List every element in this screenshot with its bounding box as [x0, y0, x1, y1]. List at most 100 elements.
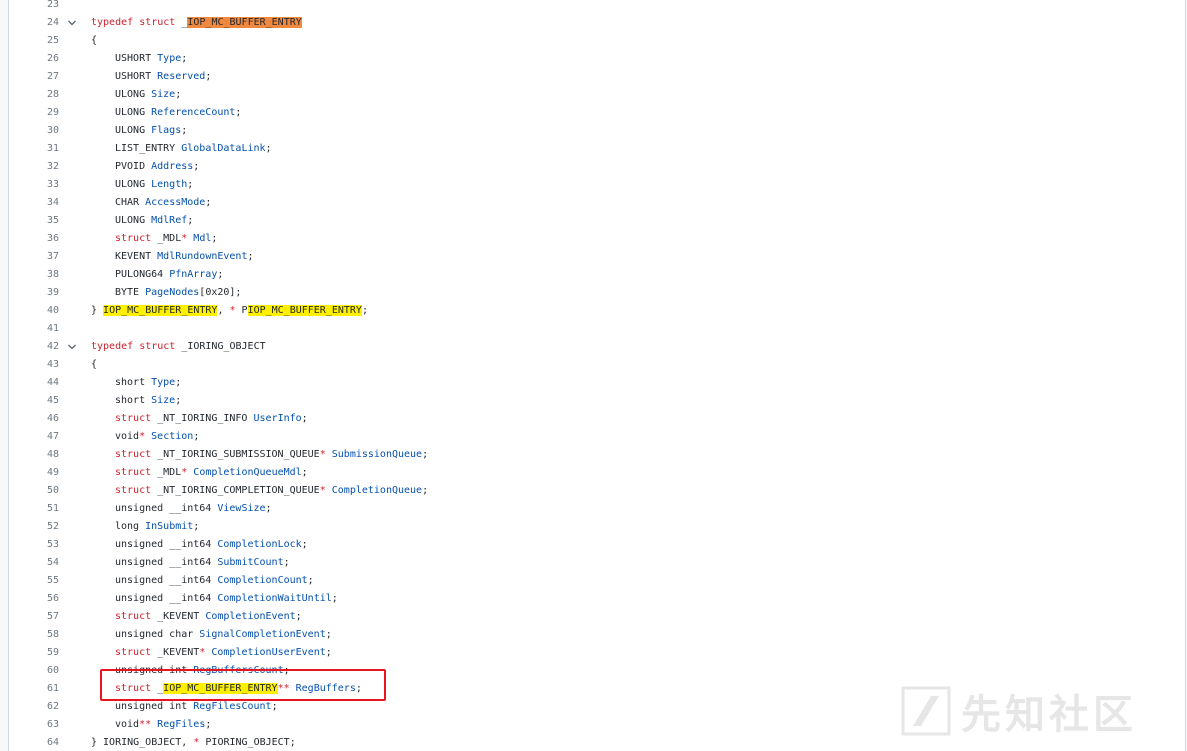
code-token: LIST_ENTRY	[115, 143, 182, 154]
search-highlight: IOP_MC_BUFFER_ENTRY	[247, 305, 362, 316]
code-line: 39 BYTE PageNodes[0x20];	[9, 284, 1185, 302]
code-token: ;	[422, 449, 429, 460]
line-number: 49	[46, 467, 59, 478]
code-text: struct _MDL* Mdl;	[115, 230, 217, 248]
code-line: 43 {	[9, 356, 1185, 374]
code-line: 23	[9, 0, 1185, 14]
code-token: RegFiles	[157, 719, 206, 730]
code-token: ;	[205, 71, 212, 82]
code-token: ULONG	[115, 125, 152, 136]
watermark-logo-icon	[901, 686, 951, 736]
code-line: 56 unsigned __int64 CompletionWaitUntil;	[9, 590, 1185, 608]
line-number: 42	[46, 341, 59, 352]
line-number: 41	[46, 323, 59, 334]
code-text: short Size;	[115, 392, 181, 410]
code-line: 45 short Size;	[9, 392, 1185, 410]
code-text: BYTE PageNodes[0x20];	[115, 284, 241, 302]
code-token: struct	[115, 467, 152, 478]
code-token: SubmitCount	[217, 557, 284, 568]
code-token: ;	[301, 467, 308, 478]
code-line: 33 ULONG Length;	[9, 176, 1185, 194]
code-token: USHORT	[115, 71, 158, 82]
code-token: _MDL	[151, 467, 182, 478]
line-number: 43	[46, 359, 59, 370]
code-token: ;	[265, 143, 272, 154]
code-token: PVOID	[115, 161, 152, 172]
code-text: ULONG ReferenceCount;	[115, 104, 241, 122]
line-number: 28	[46, 89, 59, 100]
code-token: CompletionEvent	[205, 611, 296, 622]
code-token: MdlRundownEvent	[157, 251, 248, 262]
code-token: ULONG	[115, 215, 152, 226]
code-token: ,	[217, 305, 230, 316]
code-token: ;	[193, 521, 200, 532]
chevron-down-icon[interactable]	[67, 18, 77, 28]
code-token: short	[115, 377, 152, 388]
code-text: struct _NT_IORING_INFO UserInfo;	[115, 410, 308, 428]
code-text: ULONG MdlRef;	[115, 212, 193, 230]
code-token: CompletionQueueMdl	[193, 467, 302, 478]
code-text: {	[91, 32, 97, 50]
code-line: 53 unsigned __int64 CompletionLock;	[9, 536, 1185, 554]
code-text: struct _NT_IORING_COMPLETION_QUEUE* Comp…	[115, 482, 428, 500]
code-token: AccessMode	[145, 197, 206, 208]
code-text: unsigned __int64 CompletionWaitUntil;	[115, 590, 338, 608]
code-line: 29 ULONG ReferenceCount;	[9, 104, 1185, 122]
code-token: ;	[265, 503, 272, 514]
code-token: ;	[247, 251, 254, 262]
code-token: unsigned int	[115, 701, 194, 712]
code-token: Size	[151, 395, 176, 406]
code-token: } IORING_OBJECT,	[91, 737, 194, 748]
line-number: 61	[46, 683, 59, 694]
line-number: 39	[46, 287, 59, 298]
code-token: unsigned __int64	[115, 539, 218, 550]
line-number: 26	[46, 53, 59, 64]
code-token: ;	[175, 377, 182, 388]
line-number: 60	[46, 665, 59, 676]
code-token: Address	[151, 161, 194, 172]
code-token: unsigned char	[115, 629, 200, 640]
line-number: 51	[46, 503, 59, 514]
watermark: 先知社区	[901, 681, 1185, 741]
code-line: 48 struct _NT_IORING_SUBMISSION_QUEUE* Su…	[9, 446, 1185, 464]
line-number: 53	[46, 539, 59, 550]
code-line: 54 unsigned __int64 SubmitCount;	[9, 554, 1185, 572]
code-text: ULONG Flags;	[115, 122, 187, 140]
code-token: struct	[139, 17, 176, 28]
chevron-down-icon[interactable]	[67, 342, 77, 352]
code-text: struct _NT_IORING_SUBMISSION_QUEUE* Subm…	[115, 446, 428, 464]
code-token: struct	[115, 485, 152, 496]
code-token: Section	[151, 431, 194, 442]
code-text: struct _MDL* CompletionQueueMdl;	[115, 464, 308, 482]
line-number: 44	[46, 377, 59, 388]
code-token: ;	[301, 413, 308, 424]
line-number: 59	[46, 647, 59, 658]
line-number: 23	[46, 0, 59, 10]
code-token: short	[115, 395, 152, 406]
code-token: Length	[151, 179, 188, 190]
code-token: ;	[325, 647, 332, 658]
code-token: [0x20];	[199, 287, 242, 298]
code-line: 59 struct _KEVENT* CompletionUserEvent;	[9, 644, 1185, 662]
code-token: CompletionWaitUntil	[217, 593, 332, 604]
code-token: unsigned __int64	[115, 575, 218, 586]
code-text: unsigned __int64 CompletionLock;	[115, 536, 308, 554]
code-token: ViewSize	[217, 503, 266, 514]
line-number: 46	[46, 413, 59, 424]
code-text: ULONG Size;	[115, 86, 181, 104]
code-token: typedef	[91, 17, 134, 28]
code-text: struct _KEVENT CompletionEvent;	[115, 608, 302, 626]
code-token: struct	[115, 413, 152, 424]
code-token: struct	[115, 611, 152, 622]
search-highlight: IOP_MC_BUFFER_ENTRY	[187, 17, 302, 28]
code-text: } IOP_MC_BUFFER_ENTRY, * PIOP_MC_BUFFER_…	[91, 302, 368, 320]
code-token: typedef	[91, 341, 134, 352]
code-token: ;	[193, 431, 200, 442]
code-token: ;	[217, 269, 224, 280]
code-line: 57 struct _KEVENT CompletionEvent;	[9, 608, 1185, 626]
code-text: KEVENT MdlRundownEvent;	[115, 248, 254, 266]
code-token: PULONG64	[115, 269, 170, 280]
code-text: {	[91, 356, 97, 374]
line-number: 33	[46, 179, 59, 190]
code-token: _	[175, 17, 188, 28]
